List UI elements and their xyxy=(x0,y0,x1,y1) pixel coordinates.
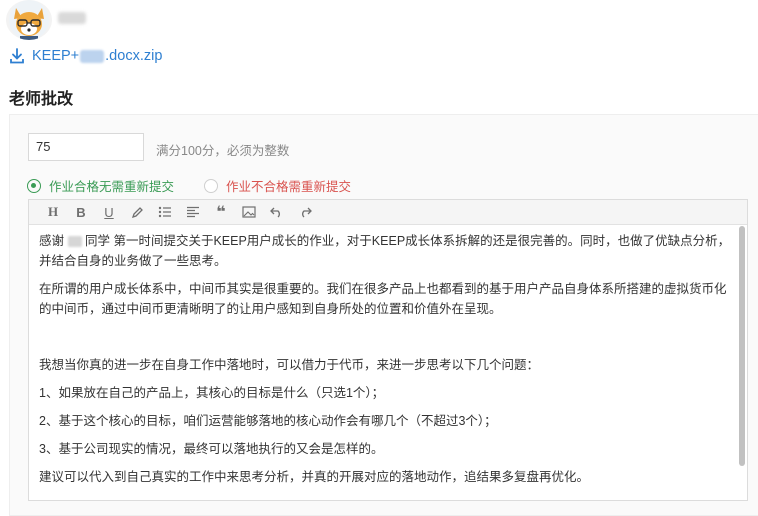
bold-icon[interactable]: B xyxy=(67,201,95,223)
paragraph: 我想当你真的进一步在自身工作中落地时，可以借力于代币，来进一步思考以下几个问题： xyxy=(39,358,540,372)
comment-editor[interactable]: H B U ❝ 感谢 同学 第一时间提交关于KEEP用户成长的作业，对于KEEP… xyxy=(28,199,748,501)
paragraph: 2、基于这个核心的目标，咱们运营能够落地的核心动作会有哪几个（不超过3个）； xyxy=(39,414,497,428)
attachment-name-prefix[interactable]: KEEP+ xyxy=(32,48,79,64)
pen-icon[interactable] xyxy=(123,201,151,223)
attachment-name-redacted xyxy=(80,49,105,63)
score-hint: 满分100分，必须为整数 xyxy=(156,144,290,158)
paragraph: 1、如果放在自己的产品上，其核心的目标是什么（只选1个）； xyxy=(39,386,385,400)
radio-fail-label: 作业不合格需重新提交 xyxy=(226,180,352,194)
heading-icon[interactable]: H xyxy=(39,201,67,223)
username-redacted xyxy=(58,12,86,24)
editor-scrollbar[interactable] xyxy=(739,226,745,466)
radio-selected-icon[interactable] xyxy=(27,178,41,193)
underline-icon[interactable]: U xyxy=(95,201,123,223)
undo-icon[interactable] xyxy=(263,201,291,223)
redo-icon[interactable] xyxy=(291,201,319,223)
editor-content[interactable]: 感谢 同学 第一时间提交关于KEEP用户成长的作业，对于KEEP成长体系拆解的还… xyxy=(39,231,731,495)
list-icon[interactable] xyxy=(151,201,179,223)
radio-pass-label: 作业合格无需重新提交 xyxy=(49,180,175,194)
fox-avatar-icon xyxy=(9,0,49,40)
attachment-link[interactable]: KEEP+ .docx.zip xyxy=(10,46,162,66)
quote-icon[interactable]: ❝ xyxy=(207,201,235,223)
paragraph: 建议可以代入到自己真实的工作中来思考分析，并真的开展对应的落地动作，追结果多复盘… xyxy=(39,470,590,484)
section-title: 老师批改 xyxy=(9,91,74,108)
download-icon[interactable] xyxy=(10,48,24,64)
student-name-redacted xyxy=(67,236,82,248)
image-icon[interactable] xyxy=(235,201,263,223)
align-icon[interactable] xyxy=(179,201,207,223)
radio-fail[interactable]: 作业不合格需重新提交 xyxy=(204,176,351,195)
attachment-name-suffix[interactable]: .docx.zip xyxy=(105,48,162,64)
paragraph: 3、基于公司现实的情况，最终可以落地执行的又会是怎样的。 xyxy=(39,442,384,456)
editor-toolbar: H B U ❝ xyxy=(29,200,747,225)
radio-pass[interactable]: 作业合格无需重新提交 xyxy=(27,176,174,195)
radio-unselected-icon[interactable] xyxy=(204,178,218,193)
paragraph: 感谢 同学 第一时间提交关于KEEP用户成长的作业，对于KEEP成长体系拆解的还… xyxy=(39,234,731,268)
score-input[interactable]: 75 xyxy=(28,133,144,161)
paragraph: 在所谓的用户成长体系中，中间币其实是很重要的。我们在很多产品上也都看到的基于用户… xyxy=(39,282,727,316)
avatar[interactable] xyxy=(6,0,52,40)
